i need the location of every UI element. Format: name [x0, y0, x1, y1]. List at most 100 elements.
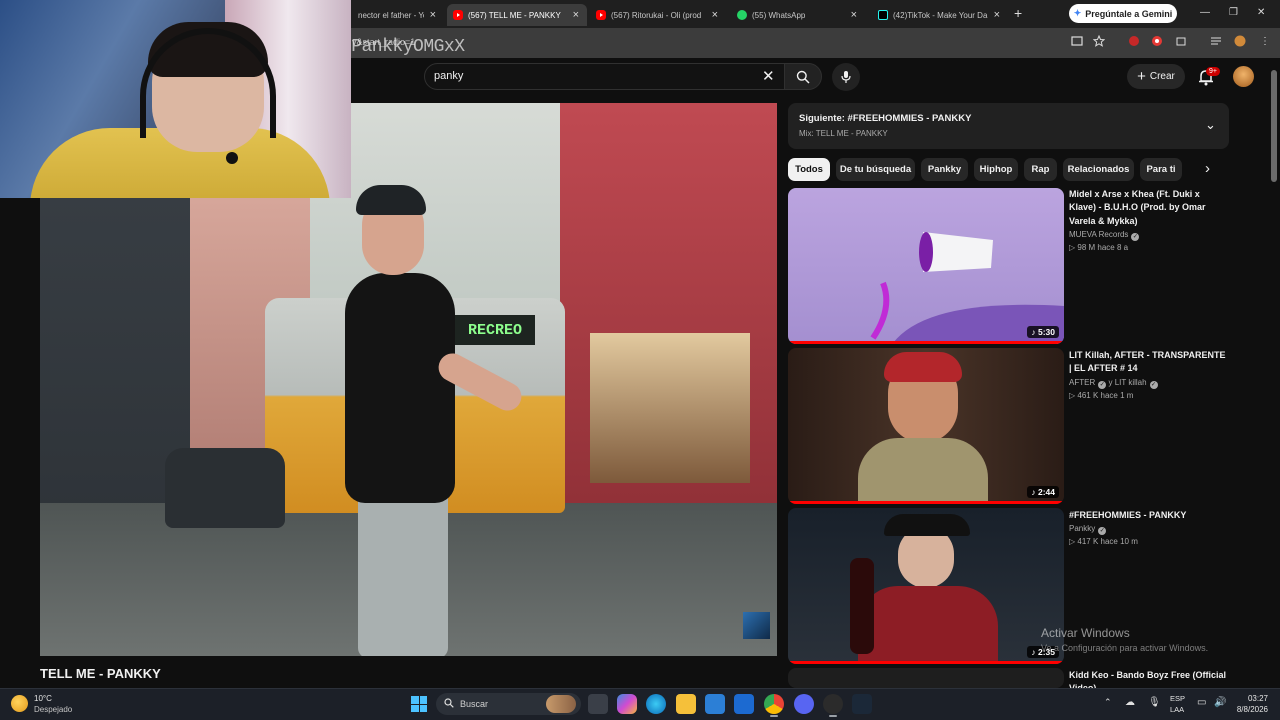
reading-list-icon[interactable] — [1210, 35, 1222, 47]
weather-condition[interactable]: Despejado — [34, 705, 72, 714]
search-icon — [796, 70, 810, 84]
windows-taskbar — [0, 688, 1280, 720]
chip-relacionados[interactable]: Relacionados — [1063, 158, 1134, 181]
volume-tray-icon[interactable]: 🔊 — [1214, 697, 1226, 708]
extension-record-icon[interactable] — [1151, 35, 1163, 47]
create-label: Crear — [1149, 71, 1175, 82]
steam-icon[interactable] — [852, 694, 872, 714]
scene-person-cap — [356, 185, 426, 215]
chevron-right-icon[interactable]: › — [1205, 160, 1210, 177]
close-window-icon[interactable]: ✕ — [1257, 7, 1265, 18]
channel-name-2[interactable]: y LIT killah — [1108, 378, 1146, 387]
tab-1[interactable]: nector el father - Yo × — [352, 4, 444, 26]
tab-2-active[interactable]: (567) TELL ME - PANKKY × — [447, 4, 587, 26]
close-tab-icon[interactable]: × — [430, 9, 436, 21]
task-view-icon[interactable] — [588, 694, 608, 714]
close-tab-icon[interactable]: × — [573, 9, 579, 21]
input-language[interactable]: ESP — [1170, 694, 1185, 703]
recommendation-title[interactable]: Kidd Keo - Bando Boyz Free (Official Vid… — [1069, 669, 1229, 688]
tray-overflow-chevron-icon[interactable]: ⌃ — [1104, 697, 1112, 708]
close-tab-icon[interactable]: × — [851, 9, 857, 21]
edge-browser-icon[interactable] — [646, 694, 666, 714]
recommendation-channel[interactable]: AFTER ✓ y LIT killah ✓ — [1069, 378, 1158, 389]
clock-date[interactable]: 8/8/2026 — [1226, 705, 1268, 714]
new-tab-icon[interactable]: + — [1014, 5, 1022, 21]
display-tray-icon[interactable]: ▭ — [1197, 697, 1206, 708]
outlook-icon[interactable] — [734, 694, 754, 714]
channel-name[interactable]: AFTER — [1069, 378, 1095, 387]
tab-5[interactable]: (42)TikTok - Make Your Da × — [872, 4, 1008, 26]
channel-branding-badge[interactable] — [743, 612, 770, 639]
weather-temperature[interactable]: 10°C — [34, 694, 52, 703]
install-app-icon[interactable] — [1071, 35, 1083, 47]
file-explorer-icon[interactable] — [676, 694, 696, 714]
page-scrollbar[interactable] — [1271, 70, 1277, 182]
clear-search-icon[interactable]: ✕ — [762, 67, 775, 85]
verified-check-icon: ✓ — [1149, 381, 1158, 389]
extension-red-icon[interactable] — [1128, 35, 1140, 47]
recommendation-channel[interactable]: MUEVA Records ✓ — [1069, 230, 1140, 241]
playlist-panel[interactable] — [788, 103, 1229, 149]
channel-name[interactable]: Pankky — [1069, 524, 1095, 533]
chevron-down-icon[interactable]: ⌄ — [1205, 117, 1216, 133]
taskbar-search-placeholder[interactable]: Buscar — [460, 699, 488, 709]
bus-destination-sign: RECREO — [455, 315, 535, 345]
bookmark-star-icon[interactable] — [1093, 35, 1105, 47]
windows-start-icon[interactable] — [411, 696, 427, 712]
search-icon — [444, 698, 454, 708]
clock-time[interactable]: 03:27 — [1238, 694, 1268, 703]
activate-windows-title: Activar Windows — [1041, 626, 1130, 640]
profile-avatar-icon[interactable] — [1234, 35, 1246, 47]
chrome-icon[interactable] — [764, 694, 784, 714]
chip-rap[interactable]: Rap — [1024, 158, 1057, 181]
recommendation-thumbnail-2[interactable]: ♪ 2:44 — [788, 348, 1064, 504]
chip-pankky[interactable]: Pankky — [921, 158, 968, 181]
verified-check-icon: ✓ — [1098, 381, 1107, 389]
microphone-tray-icon[interactable]: 🎙 — [1148, 697, 1161, 708]
create-button[interactable]: + Crear — [1127, 64, 1185, 89]
chip-hiphop[interactable]: Hiphop — [974, 158, 1018, 181]
microsoft-store-icon[interactable] — [705, 694, 725, 714]
watch-progress-bar — [788, 341, 1064, 344]
plus-icon: + — [1137, 68, 1146, 85]
gemini-label: Pregúntale a Gemini — [1085, 8, 1173, 19]
chip-para-ti[interactable]: Para ti — [1140, 158, 1182, 181]
youtube-icon — [596, 10, 606, 20]
browser-menu-icon[interactable]: ⋮ — [1260, 36, 1270, 47]
recommendation-thumbnail-4[interactable] — [788, 668, 1064, 688]
close-tab-icon[interactable]: × — [994, 9, 1000, 21]
search-highlight-icon[interactable] — [546, 695, 576, 713]
search-input[interactable] — [424, 63, 788, 90]
discord-icon[interactable] — [794, 694, 814, 714]
tab-4[interactable]: (55) WhatsApp × — [731, 4, 865, 26]
user-avatar[interactable] — [1233, 66, 1254, 87]
search-input-value[interactable]: panky — [434, 70, 463, 82]
copilot-icon[interactable] — [617, 694, 637, 714]
whatsapp-icon — [737, 10, 747, 20]
recommendation-thumbnail-1[interactable]: ♪ 5:30 — [788, 188, 1064, 344]
weather-sun-moon-icon[interactable] — [11, 695, 28, 712]
voice-search-button[interactable] — [832, 63, 860, 91]
recommendation-title[interactable]: Midel x Arse x Khea (Ft. Duki x Klave) -… — [1069, 188, 1229, 228]
watch-progress-bar — [788, 661, 1064, 664]
network-tray-icon[interactable]: ☁ — [1125, 697, 1135, 708]
close-tab-icon[interactable]: × — [712, 9, 718, 21]
recommendation-title[interactable]: #FREEHOMMIES - PANKKY — [1069, 509, 1229, 522]
tab-3[interactable]: (567) Ritorukai - Oli (prod × — [590, 4, 726, 26]
maximize-icon[interactable]: ❐ — [1229, 7, 1238, 18]
recommendation-title[interactable]: LIT Killah, AFTER - TRANSPARENTE | EL AF… — [1069, 349, 1229, 376]
extensions-puzzle-icon[interactable] — [1175, 35, 1187, 47]
obs-studio-icon[interactable] — [823, 694, 843, 714]
keyboard-layout[interactable]: LAA — [1170, 705, 1184, 714]
chip-todos[interactable]: Todos — [788, 158, 830, 181]
search-button[interactable] — [784, 63, 822, 90]
tab-title: (42)TikTok - Make Your Da — [893, 10, 988, 20]
recommendation-channel[interactable]: Pankky ✓ — [1069, 524, 1107, 535]
recommendation-thumbnail-3[interactable]: ♪ 2:35 — [788, 508, 1064, 664]
minimize-icon[interactable]: — — [1200, 7, 1210, 18]
chip-de-tu-busqueda[interactable]: De tu búsqueda — [836, 158, 915, 181]
ask-gemini-button[interactable]: ✦ Pregúntale a Gemini — [1069, 4, 1177, 23]
channel-name[interactable]: MUEVA Records — [1069, 230, 1128, 239]
tab-title: (567) TELL ME - PANKKY — [468, 10, 561, 20]
activate-windows-subtitle: Ve a Configuración para activar Windows. — [1041, 643, 1209, 653]
